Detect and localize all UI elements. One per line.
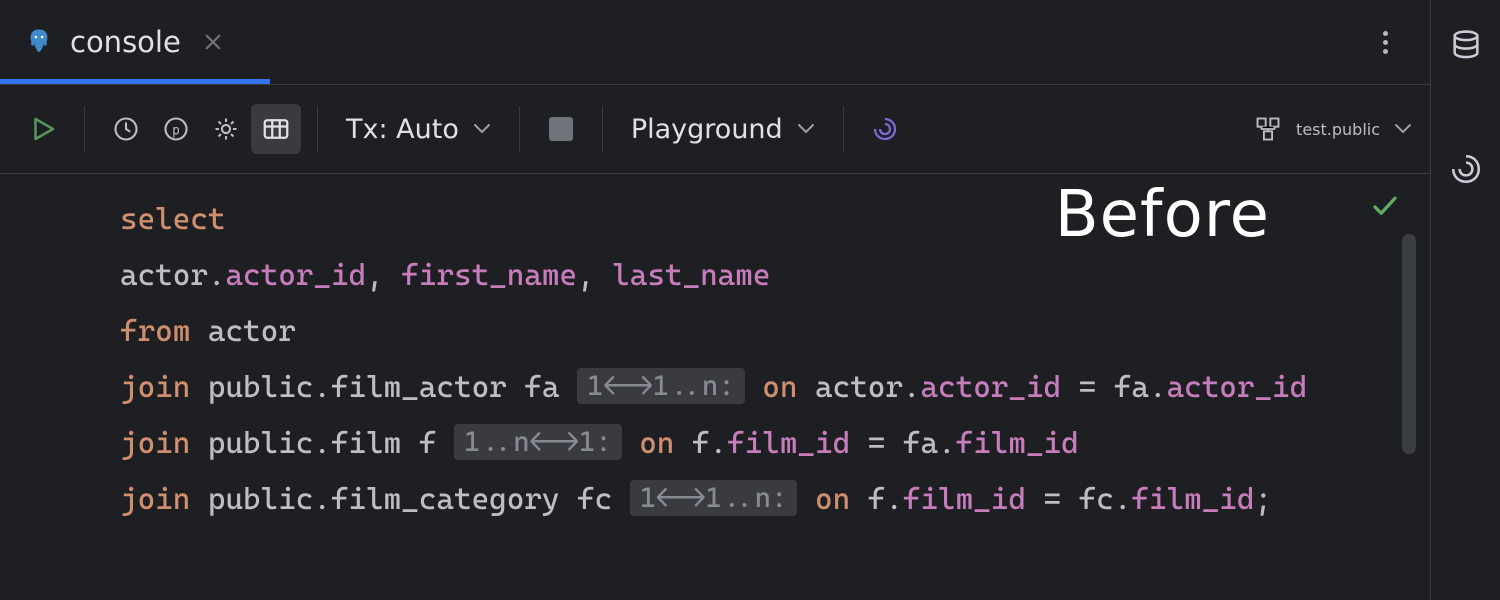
cardinality-hint: 1<->1..n: [577, 368, 745, 404]
schema-label: test.public [1296, 120, 1380, 139]
cardinality-hint: 1<->1..n: [630, 480, 798, 516]
editor-area[interactable]: Before select actor.actor_id, first_name… [0, 174, 1430, 600]
editor-scrollbar[interactable] [1402, 234, 1416, 454]
tab-overflow-menu-button[interactable] [1368, 25, 1402, 59]
main-column: console p [0, 0, 1430, 600]
ai-tool-window-button[interactable] [1449, 152, 1483, 186]
right-tool-strip [1430, 0, 1500, 600]
code-line[interactable]: join public.film_actor fa 1<->1..n: on a… [120, 360, 1430, 416]
toolbar-separator [519, 106, 520, 152]
tx-mode-label: Tx: Auto [346, 114, 459, 145]
toolbar: p Tx: Auto Playground [0, 84, 1430, 174]
code-line[interactable]: actor.actor_id, first_name, last_name [120, 248, 1430, 304]
stop-icon [549, 117, 573, 141]
toolbar-separator [602, 106, 603, 152]
code-line[interactable]: from actor [120, 304, 1430, 360]
toolbar-separator [317, 106, 318, 152]
chevron-down-icon [1394, 123, 1412, 135]
history-button[interactable] [101, 104, 151, 154]
session-selector[interactable]: Playground [619, 104, 827, 154]
code-line[interactable]: join public.film f 1..n<->1: on f.film_i… [120, 416, 1430, 472]
code-line[interactable]: join public.film_category fc 1<->1..n: o… [120, 472, 1430, 528]
explain-plan-button[interactable]: p [151, 104, 201, 154]
database-tool-window-button[interactable] [1449, 28, 1483, 62]
settings-button[interactable] [201, 104, 251, 154]
app-root: console p [0, 0, 1500, 600]
inspection-ok-icon[interactable] [1370, 192, 1400, 222]
output-mode-button[interactable] [251, 104, 301, 154]
tab-title: console [70, 25, 181, 59]
postgres-icon [24, 27, 54, 57]
overlay-before-label: Before [1055, 178, 1270, 252]
tab-active-indicator [0, 79, 270, 84]
session-label: Playground [631, 114, 783, 145]
run-button[interactable] [18, 104, 68, 154]
stop-button[interactable] [536, 104, 586, 154]
tab-bar: console [0, 0, 1430, 84]
tx-mode-selector[interactable]: Tx: Auto [334, 104, 503, 154]
close-icon[interactable] [197, 26, 229, 58]
toolbar-separator [843, 106, 844, 152]
ai-assistant-button[interactable] [860, 104, 910, 154]
schema-icon [1254, 115, 1282, 143]
schema-selector[interactable]: test.public [1254, 115, 1412, 143]
svg-text:p: p [172, 123, 180, 138]
tab-console[interactable]: console [0, 0, 253, 84]
chevron-down-icon [797, 123, 815, 135]
toolbar-separator [84, 106, 85, 152]
chevron-down-icon [473, 123, 491, 135]
cardinality-hint: 1..n<->1: [454, 424, 622, 460]
